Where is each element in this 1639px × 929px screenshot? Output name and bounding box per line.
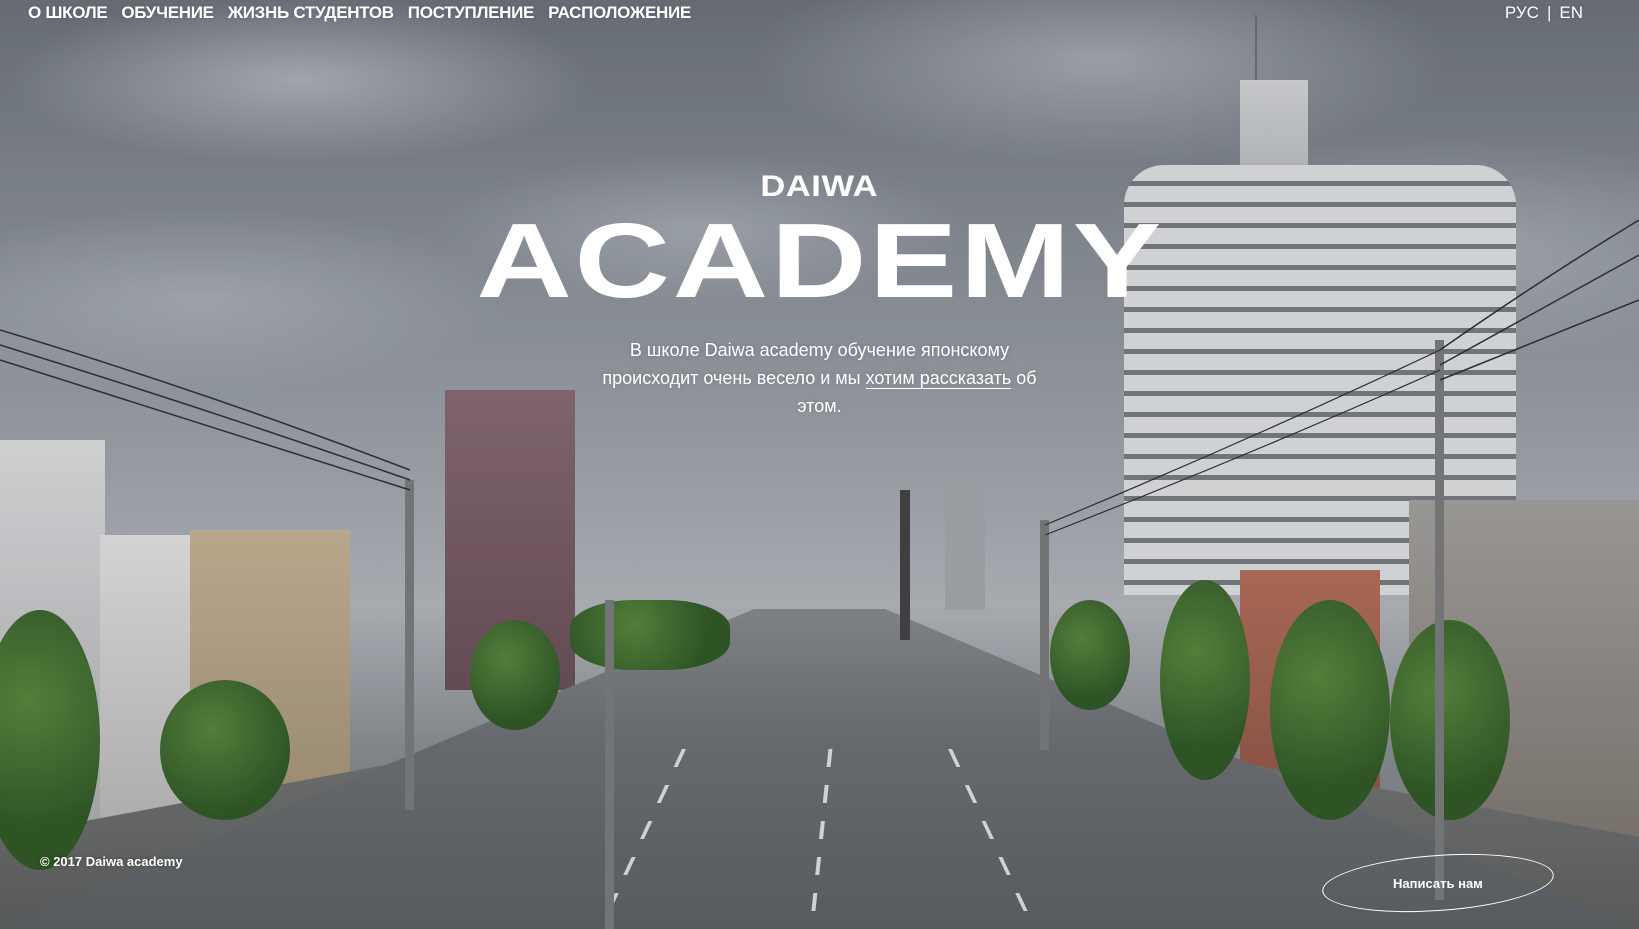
language-switcher: РУС | EN bbox=[1505, 3, 1583, 23]
hero-tagline: В школе Daiwa academy обучение японскому… bbox=[580, 336, 1060, 420]
nav-item-about[interactable]: О ШКОЛЕ bbox=[28, 3, 108, 23]
hero: DAIWA ACADEMY В школе Daiwa academy обуч… bbox=[0, 172, 1639, 420]
copyright: © 2017 Daiwa academy bbox=[40, 854, 183, 869]
nav-item-admission[interactable]: ПОСТУПЛЕНИЕ bbox=[408, 3, 535, 23]
lang-separator: | bbox=[1546, 3, 1552, 22]
overlay-tint bbox=[0, 0, 1639, 929]
nav-item-education[interactable]: ОБУЧЕНИЕ bbox=[121, 3, 214, 23]
top-navigation: О ШКОЛЕ ОБУЧЕНИЕ ЖИЗНЬ СТУДЕНТОВ ПОСТУПЛ… bbox=[28, 3, 691, 23]
nav-item-student-life[interactable]: ЖИЗНЬ СТУДЕНТОВ bbox=[228, 3, 394, 23]
brand-main-title: ACADEMY bbox=[475, 202, 1164, 320]
tagline-link[interactable]: хотим рассказать bbox=[865, 368, 1012, 389]
write-us-label: Написать нам bbox=[1393, 875, 1483, 891]
background-photo bbox=[0, 0, 1639, 929]
lang-ru[interactable]: РУС bbox=[1505, 3, 1539, 23]
nav-item-location[interactable]: РАСПОЛОЖЕНИЕ bbox=[548, 3, 691, 23]
lang-en[interactable]: EN bbox=[1559, 3, 1583, 23]
brand-small-title: DAIWA bbox=[760, 170, 879, 203]
